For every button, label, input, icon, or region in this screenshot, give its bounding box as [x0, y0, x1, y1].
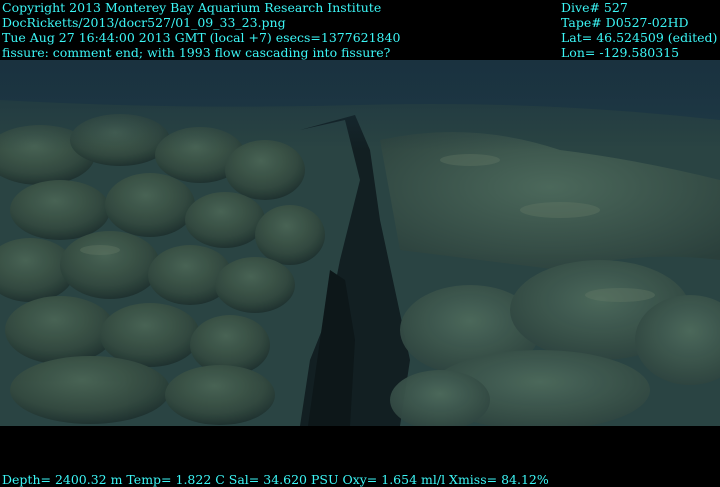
file-path-line: DocRicketts/2013/docr527/01_09_33_23.png [2, 15, 286, 30]
header-overlay-right: Dive# 527 Tape# D0527-02HD Lat= 46.52450… [561, 0, 717, 60]
timestamp-line: Tue Aug 27 16:44:00 2013 GMT (local +7) … [2, 30, 401, 45]
dive-number: Dive# 527 [561, 0, 628, 15]
header-overlay-left: Copyright 2013 Monterey Bay Aquarium Res… [2, 0, 400, 60]
video-frame: Copyright 2013 Monterey Bay Aquarium Res… [0, 0, 720, 487]
longitude: Lon= -129.580315 [561, 45, 680, 60]
copyright-line: Copyright 2013 Monterey Bay Aquarium Res… [2, 0, 382, 15]
latitude: Lat= 46.524509 (edited) [561, 30, 718, 45]
tape-number: Tape# D0527-02HD [561, 15, 689, 30]
comment-line: fissure: comment end; with 1993 flow cas… [2, 45, 391, 60]
seafloor-lava-fissure-image [0, 60, 720, 426]
sensor-readout: Depth= 2400.32 m Temp= 1.822 C Sal= 34.6… [2, 472, 549, 487]
